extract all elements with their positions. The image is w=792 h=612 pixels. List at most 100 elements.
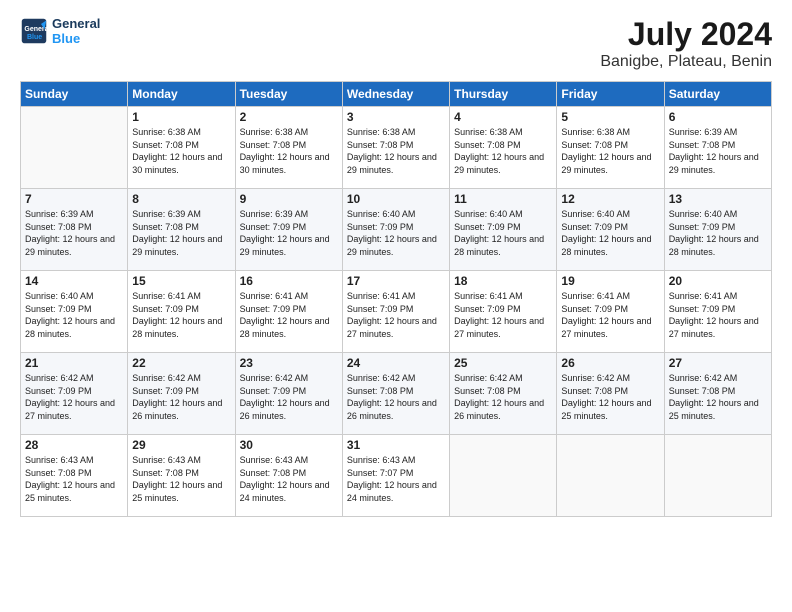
calendar-week-row: 7 Sunrise: 6:39 AMSunset: 7:08 PMDaylight… — [21, 189, 772, 271]
calendar-cell: 1 Sunrise: 6:38 AMSunset: 7:08 PMDaylight… — [128, 107, 235, 189]
day-number: 7 — [25, 192, 123, 206]
calendar-cell: 11Sunrise: 6:40 AMSunset: 7:09 PMDayligh… — [450, 189, 557, 271]
calendar-cell: 12 Sunrise: 6:40 AMSunset: 7:09 PMDayligh… — [557, 189, 664, 271]
day-info: Sunrise: 6:39 AMSunset: 7:08 PMDaylight:… — [669, 126, 767, 176]
calendar-cell: 7 Sunrise: 6:39 AMSunset: 7:08 PMDaylight… — [21, 189, 128, 271]
calendar-header-row: SundayMondayTuesdayWednesdayThursdayFrid… — [21, 82, 772, 107]
day-info: Sunrise: 6:42 AMSunset: 7:08 PMDaylight:… — [669, 372, 767, 422]
day-number: 3 — [347, 110, 445, 124]
day-info: Sunrise: 6:40 AMSunset: 7:09 PMDaylight:… — [347, 208, 445, 258]
day-number: 26 — [561, 356, 659, 370]
day-info: Sunrise: 6:41 AMSunset: 7:09 PMDaylight:… — [347, 290, 445, 340]
day-info: Sunrise: 6:42 AMSunset: 7:08 PMDaylight:… — [561, 372, 659, 422]
day-number: 6 — [669, 110, 767, 124]
calendar-cell: 10 Sunrise: 6:40 AMSunset: 7:09 PMDayligh… — [342, 189, 449, 271]
day-number: 12 — [561, 192, 659, 206]
calendar-cell: 30 Sunrise: 6:43 AMSunset: 7:08 PMDayligh… — [235, 435, 342, 517]
day-number: 10 — [347, 192, 445, 206]
day-info: Sunrise: 6:40 AMSunset: 7:09 PMDaylight:… — [561, 208, 659, 258]
calendar-cell: 6 Sunrise: 6:39 AMSunset: 7:08 PMDaylight… — [664, 107, 771, 189]
calendar-cell: 3 Sunrise: 6:38 AMSunset: 7:08 PMDaylight… — [342, 107, 449, 189]
day-info: Sunrise: 6:43 AMSunset: 7:08 PMDaylight:… — [25, 454, 123, 504]
day-info: Sunrise: 6:41 AMSunset: 7:09 PMDaylight:… — [454, 290, 552, 340]
day-info: Sunrise: 6:41 AMSunset: 7:09 PMDaylight:… — [669, 290, 767, 340]
weekday-header: Monday — [128, 82, 235, 107]
calendar-cell — [664, 435, 771, 517]
logo-icon: General Blue — [20, 17, 48, 45]
calendar-cell: 29 Sunrise: 6:43 AMSunset: 7:08 PMDayligh… — [128, 435, 235, 517]
day-info: Sunrise: 6:42 AMSunset: 7:09 PMDaylight:… — [132, 372, 230, 422]
calendar-cell: 14Sunrise: 6:40 AMSunset: 7:09 PMDayligh… — [21, 271, 128, 353]
calendar-week-row: 14Sunrise: 6:40 AMSunset: 7:09 PMDayligh… — [21, 271, 772, 353]
calendar-week-row: 21 Sunrise: 6:42 AMSunset: 7:09 PMDayligh… — [21, 353, 772, 435]
day-info: Sunrise: 6:38 AMSunset: 7:08 PMDaylight:… — [347, 126, 445, 176]
calendar-cell: 2Sunrise: 6:38 AMSunset: 7:08 PMDaylight… — [235, 107, 342, 189]
calendar-cell: 24Sunrise: 6:42 AMSunset: 7:08 PMDayligh… — [342, 353, 449, 435]
day-number: 15 — [132, 274, 230, 288]
day-number: 5 — [561, 110, 659, 124]
day-info: Sunrise: 6:43 AMSunset: 7:08 PMDaylight:… — [132, 454, 230, 504]
day-info: Sunrise: 6:39 AMSunset: 7:08 PMDaylight:… — [132, 208, 230, 258]
day-number: 30 — [240, 438, 338, 452]
calendar-cell: 27 Sunrise: 6:42 AMSunset: 7:08 PMDayligh… — [664, 353, 771, 435]
day-number: 11 — [454, 192, 552, 206]
day-info: Sunrise: 6:38 AMSunset: 7:08 PMDaylight:… — [454, 126, 552, 176]
day-number: 19 — [561, 274, 659, 288]
day-info: Sunrise: 6:42 AMSunset: 7:08 PMDaylight:… — [347, 372, 445, 422]
day-number: 28 — [25, 438, 123, 452]
day-number: 27 — [669, 356, 767, 370]
calendar-page: General Blue General Blue July 2024 Bani… — [0, 0, 792, 612]
weekday-header: Tuesday — [235, 82, 342, 107]
calendar-cell: 4 Sunrise: 6:38 AMSunset: 7:08 PMDaylight… — [450, 107, 557, 189]
day-number: 25 — [454, 356, 552, 370]
day-info: Sunrise: 6:40 AMSunset: 7:09 PMDaylight:… — [25, 290, 123, 340]
calendar-cell: 18Sunrise: 6:41 AMSunset: 7:09 PMDayligh… — [450, 271, 557, 353]
day-info: Sunrise: 6:39 AMSunset: 7:09 PMDaylight:… — [240, 208, 338, 258]
day-info: Sunrise: 6:42 AMSunset: 7:09 PMDaylight:… — [25, 372, 123, 422]
calendar-cell: 19 Sunrise: 6:41 AMSunset: 7:09 PMDayligh… — [557, 271, 664, 353]
calendar-table: SundayMondayTuesdayWednesdayThursdayFrid… — [20, 81, 772, 517]
day-info: Sunrise: 6:41 AMSunset: 7:09 PMDaylight:… — [561, 290, 659, 340]
calendar-cell: 31 Sunrise: 6:43 AMSunset: 7:07 PMDayligh… — [342, 435, 449, 517]
day-info: Sunrise: 6:43 AMSunset: 7:07 PMDaylight:… — [347, 454, 445, 504]
day-info: Sunrise: 6:42 AMSunset: 7:08 PMDaylight:… — [454, 372, 552, 422]
day-number: 4 — [454, 110, 552, 124]
calendar-cell: 16Sunrise: 6:41 AMSunset: 7:09 PMDayligh… — [235, 271, 342, 353]
calendar-cell: 13Sunrise: 6:40 AMSunset: 7:09 PMDayligh… — [664, 189, 771, 271]
day-number: 20 — [669, 274, 767, 288]
day-info: Sunrise: 6:41 AMSunset: 7:09 PMDaylight:… — [132, 290, 230, 340]
day-info: Sunrise: 6:43 AMSunset: 7:08 PMDaylight:… — [240, 454, 338, 504]
weekday-header: Saturday — [664, 82, 771, 107]
calendar-cell — [557, 435, 664, 517]
calendar-cell: 8Sunrise: 6:39 AMSunset: 7:08 PMDaylight… — [128, 189, 235, 271]
calendar-cell: 9 Sunrise: 6:39 AMSunset: 7:09 PMDaylight… — [235, 189, 342, 271]
calendar-cell: 22 Sunrise: 6:42 AMSunset: 7:09 PMDayligh… — [128, 353, 235, 435]
weekday-header: Sunday — [21, 82, 128, 107]
calendar-cell: 20 Sunrise: 6:41 AMSunset: 7:09 PMDayligh… — [664, 271, 771, 353]
calendar-cell: 5Sunrise: 6:38 AMSunset: 7:08 PMDaylight… — [557, 107, 664, 189]
weekday-header: Thursday — [450, 82, 557, 107]
day-number: 1 — [132, 110, 230, 124]
calendar-cell: 17Sunrise: 6:41 AMSunset: 7:09 PMDayligh… — [342, 271, 449, 353]
calendar-week-row: 28 Sunrise: 6:43 AMSunset: 7:08 PMDayligh… — [21, 435, 772, 517]
calendar-cell — [21, 107, 128, 189]
day-number: 29 — [132, 438, 230, 452]
calendar-cell: 21 Sunrise: 6:42 AMSunset: 7:09 PMDayligh… — [21, 353, 128, 435]
day-info: Sunrise: 6:39 AMSunset: 7:08 PMDaylight:… — [25, 208, 123, 258]
day-number: 2 — [240, 110, 338, 124]
day-number: 16 — [240, 274, 338, 288]
logo-text: General Blue — [52, 16, 100, 46]
day-number: 9 — [240, 192, 338, 206]
day-number: 31 — [347, 438, 445, 452]
page-header: General Blue General Blue July 2024 Bani… — [20, 16, 772, 71]
day-number: 21 — [25, 356, 123, 370]
day-info: Sunrise: 6:40 AMSunset: 7:09 PMDaylight:… — [669, 208, 767, 258]
calendar-cell: 25 Sunrise: 6:42 AMSunset: 7:08 PMDayligh… — [450, 353, 557, 435]
weekday-header: Wednesday — [342, 82, 449, 107]
svg-text:Blue: Blue — [27, 34, 42, 41]
day-number: 22 — [132, 356, 230, 370]
calendar-week-row: 1 Sunrise: 6:38 AMSunset: 7:08 PMDaylight… — [21, 107, 772, 189]
day-info: Sunrise: 6:38 AMSunset: 7:08 PMDaylight:… — [132, 126, 230, 176]
location-title: Banigbe, Plateau, Benin — [600, 53, 772, 71]
calendar-cell: 15 Sunrise: 6:41 AMSunset: 7:09 PMDayligh… — [128, 271, 235, 353]
